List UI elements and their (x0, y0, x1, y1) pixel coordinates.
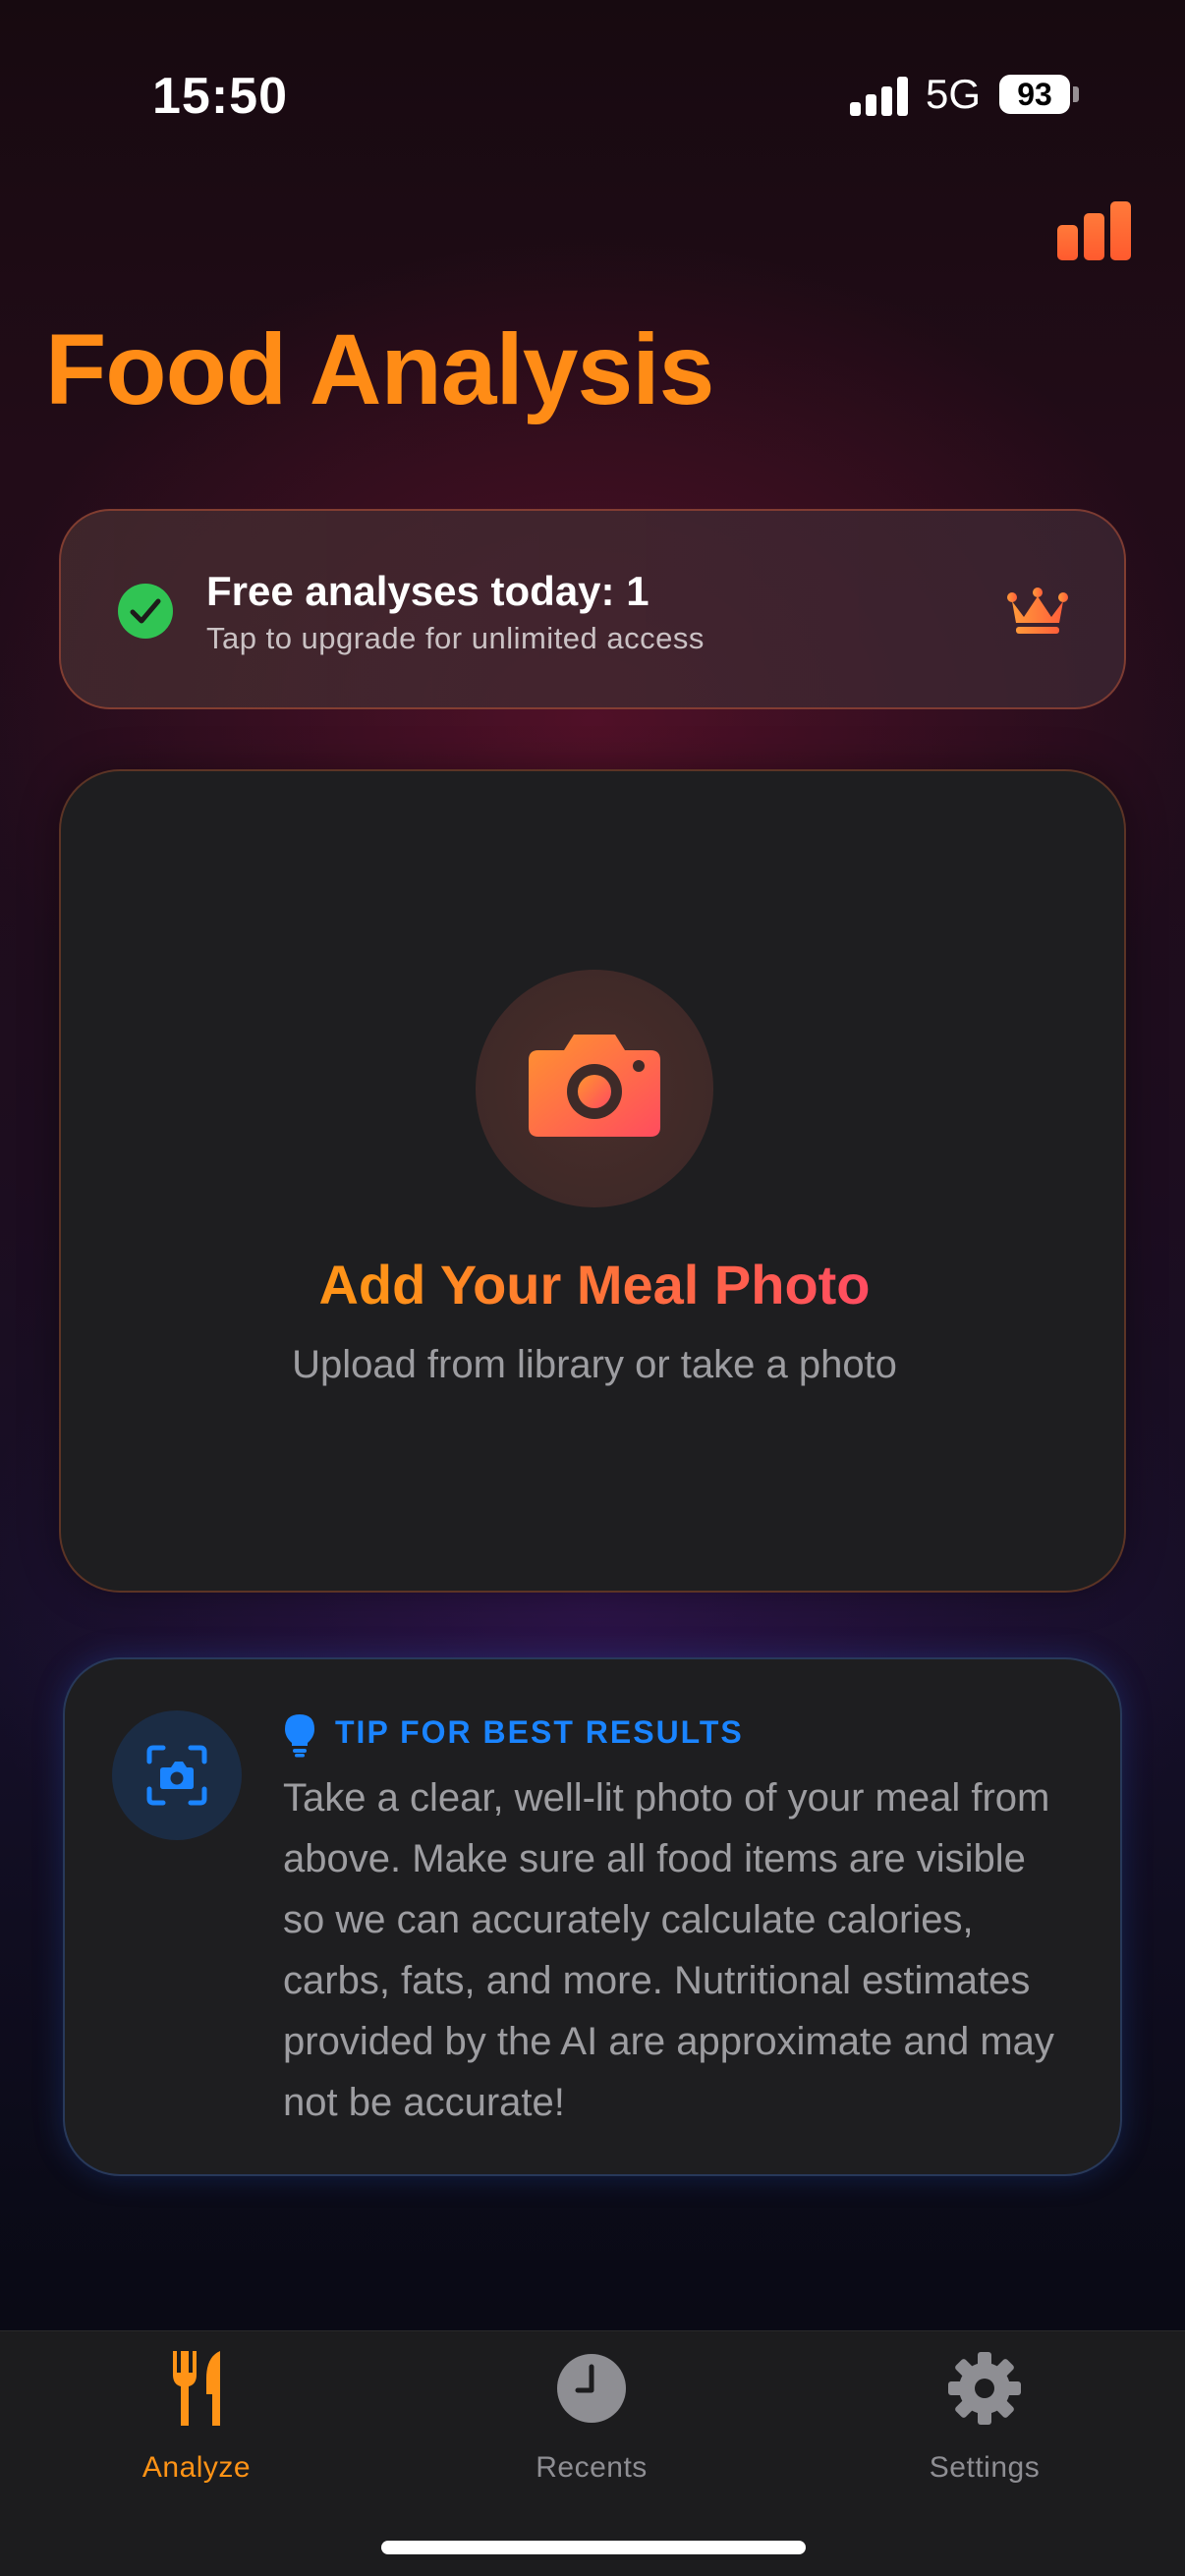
camera-button[interactable] (476, 970, 713, 1207)
gear-icon (837, 2349, 1132, 2434)
upgrade-hint: Tap to upgrade for unlimited access (206, 621, 705, 655)
status-bar: 15:50 5G 93 (0, 0, 1185, 147)
tip-label: TIP FOR BEST RESULTS (335, 1714, 744, 1750)
tab-analyze[interactable]: Analyze (49, 2331, 344, 2489)
add-photo-card[interactable]: Add Your Meal Photo Upload from library … (59, 769, 1126, 1593)
tab-recents[interactable]: Recents (444, 2331, 739, 2489)
free-analyses-card[interactable]: Free analyses today: 1 Tap to upgrade fo… (59, 509, 1126, 709)
page-title: Food Analysis (45, 313, 714, 425)
tab-bar: Analyze Recents Settings (0, 2330, 1185, 2576)
battery-tip (1073, 86, 1079, 102)
lightbulb-icon (283, 1712, 316, 1763)
bar-chart-icon[interactable] (1057, 201, 1132, 260)
clock-icon (444, 2349, 739, 2434)
tab-label-analyze: Analyze (141, 2451, 252, 2484)
tip-card: TIP FOR BEST RESULTS Take a clear, well-… (63, 1657, 1122, 2176)
cellular-signal-icon (850, 77, 909, 116)
tip-text: Take a clear, well-lit photo of your mea… (283, 1776, 1054, 2124)
battery-icon: 93 (999, 75, 1070, 114)
camera-icon (529, 1035, 660, 1137)
home-indicator[interactable] (381, 2541, 806, 2554)
add-photo-subtitle: Upload from library or take a photo (292, 1343, 897, 1386)
fork-knife-icon (49, 2349, 344, 2434)
network-type: 5G (926, 71, 982, 117)
camera-viewfinder-icon (112, 1710, 242, 1840)
checkmark-circle-icon (118, 584, 173, 639)
tab-label-recents: Recents (536, 2451, 648, 2484)
tab-settings[interactable]: Settings (837, 2331, 1132, 2489)
add-photo-title: Add Your Meal Photo (61, 1253, 1128, 1316)
crown-icon (1006, 588, 1069, 640)
status-time: 15:50 (152, 68, 288, 125)
tab-label-settings: Settings (929, 2451, 1041, 2484)
free-analyses-title: Free analyses today: 1 (206, 568, 649, 614)
